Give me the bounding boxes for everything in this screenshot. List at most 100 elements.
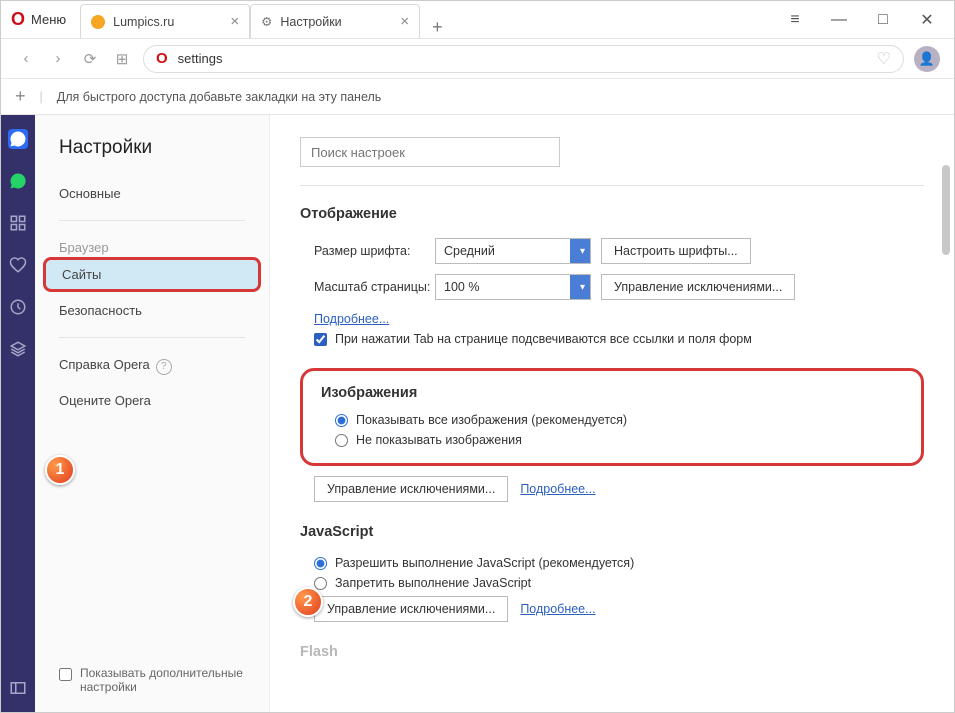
images-show-radio[interactable]: [335, 414, 348, 427]
sidebar-item-browser[interactable]: Браузер: [35, 231, 269, 255]
close-tab-icon[interactable]: ×: [230, 13, 239, 30]
minimize-icon[interactable]: —: [818, 5, 860, 35]
sidebar-toggle-icon[interactable]: [8, 678, 28, 698]
js-allow-radio-row[interactable]: Разрешить выполнение JavaScript (рекомен…: [300, 556, 924, 570]
opera-icon: O: [156, 50, 168, 67]
zoom-label: Масштаб страницы:: [300, 280, 435, 294]
divider: [300, 185, 924, 186]
zoom-select[interactable]: 100 % ▾: [435, 274, 591, 300]
scrollbar-thumb[interactable]: [942, 165, 950, 255]
tab-title: Настройки: [280, 15, 341, 29]
tab-highlight-label: При нажатии Tab на странице подсвечивают…: [335, 332, 752, 346]
sidebar-item-basic[interactable]: Основные: [35, 177, 269, 210]
add-bookmark-button[interactable]: +: [15, 86, 26, 107]
chevron-down-icon: ▾: [580, 282, 585, 293]
font-size-select[interactable]: Средний ▾: [435, 238, 591, 264]
main-body: Настройки Основные Браузер Сайты Безопас…: [1, 115, 954, 712]
extensions-icon[interactable]: [8, 339, 28, 359]
tab-strip: Lumpics.ru × ⚙ Настройки × +: [80, 1, 774, 38]
close-tab-icon[interactable]: ×: [400, 13, 409, 30]
advanced-checkbox-input[interactable]: [59, 668, 72, 681]
section-display-title: Отображение: [300, 206, 924, 222]
section-flash-title: Flash: [300, 644, 924, 660]
zoom-row: Масштаб страницы: 100 % ▾ Управление иск…: [300, 274, 924, 300]
address-bar-row: ‹ › ⟳ ⊞ O settings ♡ 👤: [1, 39, 954, 79]
zoom-value: 100 %: [444, 280, 479, 294]
images-hide-radio-row[interactable]: Не показывать изображения: [321, 433, 903, 447]
sidebar-item-help[interactable]: Справка Opera: [35, 348, 269, 384]
reload-button[interactable]: ⟳: [79, 50, 101, 68]
js-block-radio-row[interactable]: Запретить выполнение JavaScript: [300, 576, 924, 590]
history-icon[interactable]: [8, 297, 28, 317]
settings-sidebar: Настройки Основные Браузер Сайты Безопас…: [35, 115, 270, 712]
bookmarks-bar: + | Для быстрого доступа добавьте заклад…: [1, 79, 954, 115]
settings-content: Отображение Размер шрифта: Средний ▾ Нас…: [270, 115, 954, 712]
back-button[interactable]: ‹: [15, 50, 37, 67]
images-section-highlighted: Изображения Показывать все изображения (…: [300, 368, 924, 466]
annotation-badge-2: 2: [293, 587, 323, 617]
forward-button[interactable]: ›: [47, 50, 69, 67]
advanced-label: Показывать дополнительные настройки: [80, 666, 269, 694]
font-size-row: Размер шрифта: Средний ▾ Настроить шрифт…: [300, 238, 924, 264]
bookmarks-hint: Для быстрого доступа добавьте закладки н…: [57, 90, 382, 104]
side-rail: [1, 115, 35, 712]
images-hide-label: Не показывать изображения: [356, 433, 522, 447]
images-exceptions-button[interactable]: Управление исключениями...: [314, 476, 508, 502]
js-more-link[interactable]: Подробнее...: [520, 602, 595, 616]
bookmark-heart-icon[interactable]: ♡: [877, 49, 891, 69]
tab-title: Lumpics.ru: [113, 15, 174, 29]
settings-search-input[interactable]: [300, 137, 560, 167]
whatsapp-icon[interactable]: [8, 171, 28, 191]
speed-dial-button[interactable]: ⊞: [111, 50, 133, 68]
section-images-title: Изображения: [321, 385, 903, 401]
heart-icon[interactable]: [8, 255, 28, 275]
font-size-label: Размер шрифта:: [300, 244, 435, 258]
js-allow-label: Разрешить выполнение JavaScript (рекомен…: [335, 556, 634, 570]
sidebar-item-security[interactable]: Безопасность: [35, 294, 269, 327]
sidebar-item-rate[interactable]: Оцените Opera: [35, 384, 269, 417]
tab-highlight-checkbox-row[interactable]: При нажатии Tab на странице подсвечивают…: [300, 332, 924, 346]
images-show-label: Показывать все изображения (рекомендуетс…: [356, 413, 627, 427]
js-block-label: Запретить выполнение JavaScript: [335, 576, 531, 590]
images-show-radio-row[interactable]: Показывать все изображения (рекомендуетс…: [321, 413, 903, 427]
font-size-value: Средний: [444, 244, 495, 258]
images-hide-radio[interactable]: [335, 434, 348, 447]
address-input[interactable]: O settings ♡: [143, 45, 904, 73]
gear-icon: ⚙: [261, 14, 272, 29]
menu-button[interactable]: O Меню: [1, 1, 80, 38]
chevron-down-icon: ▾: [580, 246, 585, 257]
separator: [59, 337, 245, 338]
images-more-link[interactable]: Подробнее...: [520, 482, 595, 496]
speed-dial-icon[interactable]: [8, 213, 28, 233]
zoom-exceptions-button[interactable]: Управление исключениями...: [601, 274, 795, 300]
tab-lumpics[interactable]: Lumpics.ru ×: [80, 4, 250, 38]
menu-label: Меню: [31, 12, 66, 27]
settings-title: Настройки: [35, 137, 269, 177]
images-actions-row: Управление исключениями... Подробнее...: [300, 476, 924, 502]
profile-avatar[interactable]: 👤: [914, 46, 940, 72]
window-controls: ≡ — □ ✕: [774, 5, 954, 35]
display-more-link[interactable]: Подробнее...: [314, 312, 389, 326]
separator: [59, 220, 245, 221]
window-menu-icon[interactable]: ≡: [774, 5, 816, 35]
separator: |: [40, 90, 43, 104]
favicon-icon: [91, 15, 105, 29]
advanced-settings-checkbox[interactable]: Показывать дополнительные настройки: [59, 666, 269, 694]
customize-fonts-button[interactable]: Настроить шрифты...: [601, 238, 751, 264]
annotation-badge-1: 1: [45, 455, 75, 485]
close-window-icon[interactable]: ✕: [906, 5, 948, 35]
js-exceptions-button[interactable]: Управление исключениями...: [314, 596, 508, 622]
content-scrollbar[interactable]: [942, 115, 950, 712]
tab-highlight-checkbox[interactable]: [314, 333, 327, 346]
opera-logo-icon: O: [11, 9, 25, 30]
url-text: settings: [178, 51, 223, 66]
sidebar-item-sites[interactable]: Сайты: [43, 257, 261, 292]
messenger-icon[interactable]: [8, 129, 28, 149]
tab-settings[interactable]: ⚙ Настройки ×: [250, 4, 420, 38]
js-block-radio[interactable]: [314, 577, 327, 590]
maximize-icon[interactable]: □: [862, 5, 904, 35]
js-allow-radio[interactable]: [314, 557, 327, 570]
section-javascript-title: JavaScript: [300, 524, 924, 540]
titlebar: O Меню Lumpics.ru × ⚙ Настройки × + ≡ — …: [1, 1, 954, 39]
new-tab-button[interactable]: +: [420, 17, 455, 38]
